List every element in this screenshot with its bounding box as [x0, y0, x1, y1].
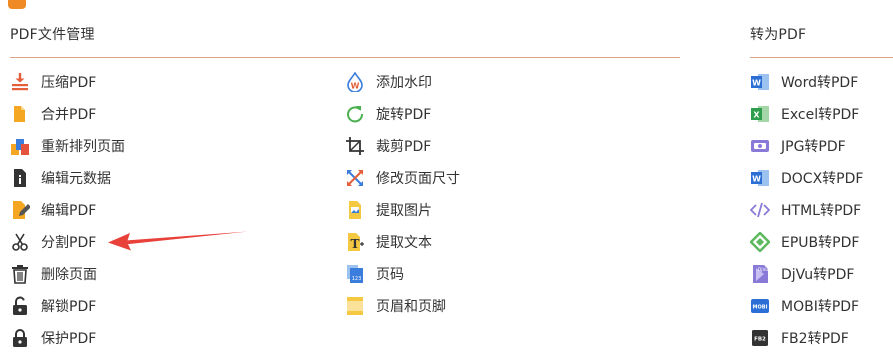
svg-text:X: X — [753, 111, 760, 120]
tool-label: 提取文本 — [376, 235, 432, 251]
tool-label: 保护PDF — [41, 331, 97, 347]
tool-list-manage: 压缩PDF 合并PDF 重新排列页面 编辑元数据 编辑PDF 分割PDF 删除页… — [10, 66, 125, 354]
section-divider-right — [750, 57, 893, 58]
section-title-pdf-manage: PDF文件管理 — [10, 27, 95, 43]
tool-label: FB2转PDF — [781, 331, 849, 347]
tool-compress-pdf[interactable]: 压缩PDF — [10, 66, 125, 98]
svg-text:W: W — [351, 82, 360, 91]
tool-resize-pages[interactable]: 修改页面尺寸 — [345, 162, 460, 194]
unlock-icon — [10, 296, 30, 316]
tool-label: 删除页面 — [41, 267, 97, 283]
tool-label: 解锁PDF — [41, 299, 97, 315]
tool-label: 页眉和页脚 — [376, 299, 446, 315]
tool-label: HTML转PDF — [781, 203, 862, 219]
fb2-icon: FB2 — [750, 328, 770, 348]
resize-icon — [345, 168, 365, 188]
jpg-icon — [750, 136, 770, 156]
scissors-icon — [10, 232, 30, 252]
tool-reorder-pages[interactable]: 重新排列页面 — [10, 130, 125, 162]
tool-mobi-to-pdf[interactable]: MOBI MOBI转PDF — [750, 290, 863, 322]
rotate-icon — [345, 104, 365, 124]
tool-protect-pdf[interactable]: 保护PDF — [10, 322, 125, 354]
section-divider — [10, 57, 680, 58]
tool-label: 提取图片 — [376, 203, 432, 219]
svg-text:FB2: FB2 — [754, 337, 766, 343]
extract-images-icon — [345, 200, 365, 220]
tool-label: 页码 — [376, 267, 404, 283]
tool-label: JPG转PDF — [781, 139, 846, 155]
tool-list-edit: W 添加水印 旋转PDF 裁剪PDF 修改页面尺寸 提取图片 T 提取文本 12 — [345, 66, 460, 322]
tool-label: 裁剪PDF — [376, 139, 432, 155]
tool-label: 压缩PDF — [41, 75, 97, 91]
lock-icon — [10, 328, 30, 348]
page-number-icon: 123 — [345, 264, 365, 284]
tool-label: Excel转PDF — [781, 107, 860, 123]
section-title-to-pdf: 转为PDF — [750, 27, 807, 43]
tool-header-footer[interactable]: 页眉和页脚 — [345, 290, 460, 322]
tool-label: 重新排列页面 — [41, 139, 125, 155]
tool-word-to-pdf[interactable]: W Word转PDF — [750, 66, 863, 98]
header-footer-icon — [345, 296, 365, 316]
tool-label: Word转PDF — [781, 75, 859, 91]
excel-icon: X — [750, 104, 770, 124]
djvu-icon: DjVu — [750, 264, 770, 284]
tool-fb2-to-pdf[interactable]: FB2 FB2转PDF — [750, 322, 863, 354]
reorder-pages-icon — [10, 136, 30, 156]
tool-list-convert: W Word转PDF X Excel转PDF JPG转PDF W DOCX转PD… — [750, 66, 863, 354]
tool-label: EPUB转PDF — [781, 235, 860, 251]
crop-icon — [345, 136, 365, 156]
svg-text:DjVu: DjVu — [758, 267, 768, 273]
epub-icon — [750, 232, 770, 252]
tool-epub-to-pdf[interactable]: EPUB转PDF — [750, 226, 863, 258]
merge-icon — [10, 104, 30, 124]
svg-text:W: W — [752, 175, 761, 184]
tool-excel-to-pdf[interactable]: X Excel转PDF — [750, 98, 863, 130]
tool-unlock-pdf[interactable]: 解锁PDF — [10, 290, 125, 322]
svg-text:T: T — [351, 237, 360, 251]
tool-edit-metadata[interactable]: 编辑元数据 — [10, 162, 125, 194]
compress-icon — [10, 72, 30, 92]
tool-label: 合并PDF — [41, 107, 97, 123]
tool-label: 分割PDF — [41, 235, 97, 251]
svg-text:W: W — [752, 79, 761, 88]
tool-edit-pdf[interactable]: 编辑PDF — [10, 194, 125, 226]
tool-html-to-pdf[interactable]: HTML转PDF — [750, 194, 863, 226]
tool-label: DOCX转PDF — [781, 171, 864, 187]
svg-text:123: 123 — [352, 276, 362, 282]
tool-label: 修改页面尺寸 — [376, 171, 460, 187]
edit-pdf-icon — [10, 200, 30, 220]
tool-page-numbers[interactable]: 123 页码 — [345, 258, 460, 290]
watermark-icon: W — [345, 72, 365, 92]
tool-merge-pdf[interactable]: 合并PDF — [10, 98, 125, 130]
mobi-icon: MOBI — [750, 296, 770, 316]
tool-label: 添加水印 — [376, 75, 432, 91]
word-icon: W — [750, 72, 770, 92]
tool-add-watermark[interactable]: W 添加水印 — [345, 66, 460, 98]
tool-label: 旋转PDF — [376, 107, 432, 123]
svg-text:MOBI: MOBI — [753, 305, 768, 311]
tool-docx-to-pdf[interactable]: W DOCX转PDF — [750, 162, 863, 194]
tool-djvu-to-pdf[interactable]: DjVu DjVu转PDF — [750, 258, 863, 290]
trash-icon — [10, 264, 30, 284]
code-icon — [750, 200, 770, 220]
tool-crop-pdf[interactable]: 裁剪PDF — [345, 130, 460, 162]
docx-icon: W — [750, 168, 770, 188]
annotation-arrow — [108, 231, 248, 251]
tool-jpg-to-pdf[interactable]: JPG转PDF — [750, 130, 863, 162]
tool-extract-text[interactable]: T 提取文本 — [345, 226, 460, 258]
tool-label: 编辑元数据 — [41, 171, 111, 187]
extract-text-icon: T — [345, 232, 365, 252]
tool-extract-images[interactable]: 提取图片 — [345, 194, 460, 226]
tool-label: DjVu转PDF — [781, 267, 855, 283]
tool-delete-pages[interactable]: 删除页面 — [10, 258, 125, 290]
tool-label: 编辑PDF — [41, 203, 97, 219]
tool-label: MOBI转PDF — [781, 299, 860, 315]
tool-rotate-pdf[interactable]: 旋转PDF — [345, 98, 460, 130]
brand-tab — [8, 0, 26, 9]
metadata-icon — [10, 168, 30, 188]
